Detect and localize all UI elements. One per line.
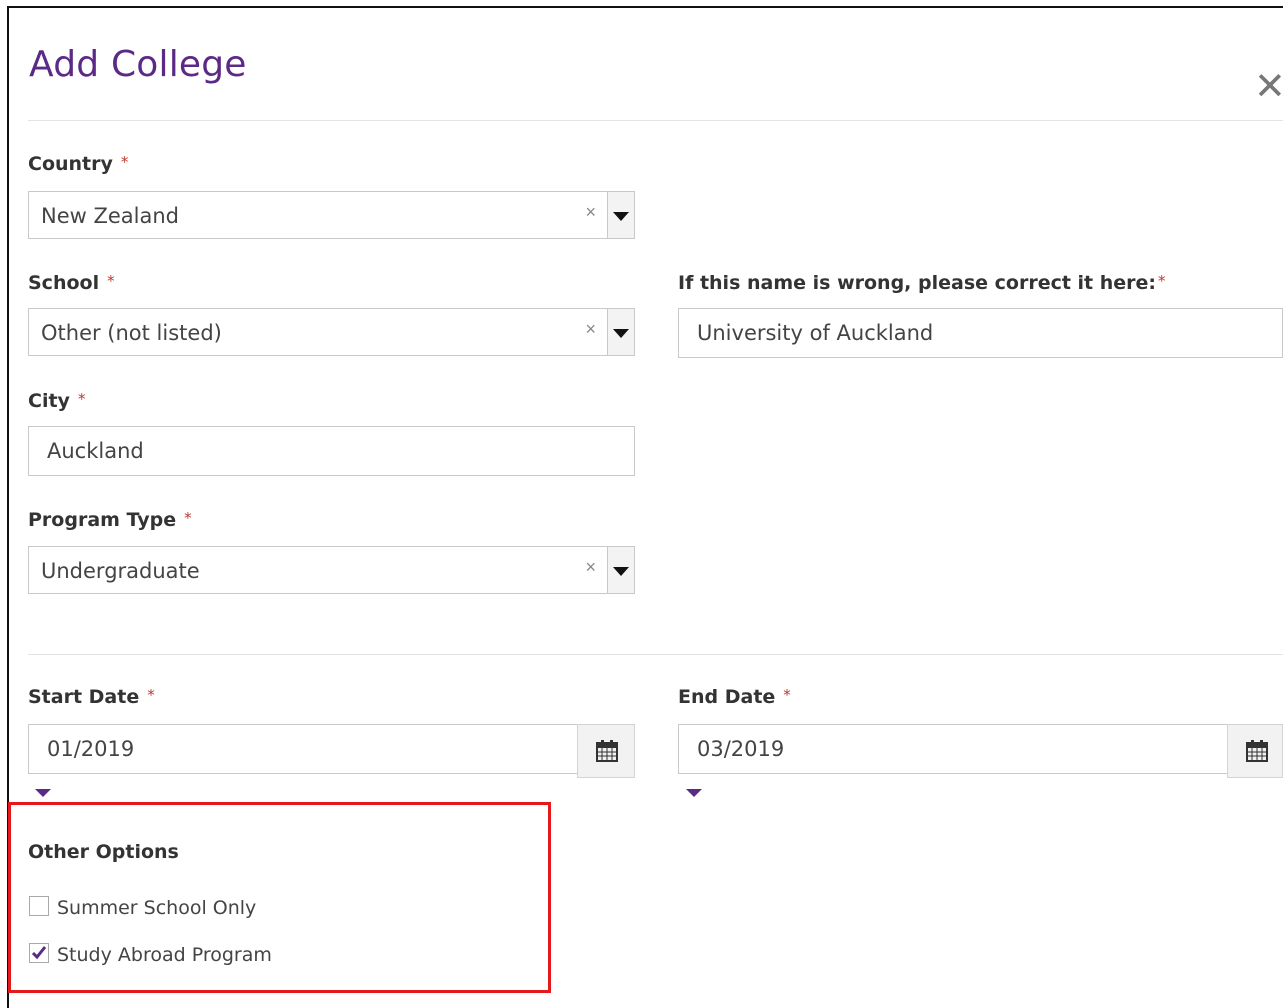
city-input[interactable] bbox=[28, 426, 635, 476]
chevron-down-icon[interactable] bbox=[607, 192, 634, 238]
country-label: Country * bbox=[28, 153, 129, 175]
chevron-down-icon[interactable] bbox=[607, 309, 634, 355]
start-date-dropdown-indicator bbox=[35, 789, 51, 797]
section-divider bbox=[28, 654, 1283, 655]
calendar-icon bbox=[596, 740, 618, 762]
study-abroad-checkbox[interactable] bbox=[29, 943, 49, 963]
program-type-select[interactable]: Undergraduate × bbox=[28, 546, 635, 594]
city-label: City * bbox=[28, 390, 86, 412]
header-divider bbox=[28, 120, 1283, 121]
chevron-down-icon[interactable] bbox=[607, 547, 634, 593]
program-type-label: Program Type * bbox=[28, 509, 192, 531]
country-select[interactable]: New Zealand × bbox=[28, 191, 635, 239]
clear-icon[interactable]: × bbox=[585, 202, 596, 223]
school-value: Other (not listed) bbox=[41, 321, 222, 345]
clear-icon[interactable]: × bbox=[585, 319, 596, 340]
close-icon[interactable]: ✕ bbox=[1254, 66, 1283, 106]
summer-school-label[interactable]: Summer School Only bbox=[57, 897, 256, 919]
end-date-input[interactable] bbox=[678, 724, 1228, 774]
start-date-input[interactable] bbox=[28, 724, 578, 774]
dialog-title: Add College bbox=[29, 44, 247, 85]
study-abroad-label[interactable]: Study Abroad Program bbox=[57, 944, 272, 966]
end-date-dropdown-indicator bbox=[686, 789, 702, 797]
school-correction-input[interactable] bbox=[678, 308, 1283, 358]
clear-icon[interactable]: × bbox=[585, 557, 596, 578]
end-date-calendar-button[interactable] bbox=[1227, 724, 1283, 778]
checkmark-icon bbox=[31, 946, 47, 960]
school-select[interactable]: Other (not listed) × bbox=[28, 308, 635, 356]
other-options-heading: Other Options bbox=[28, 841, 179, 863]
calendar-icon bbox=[1246, 740, 1268, 762]
start-date-label: Start Date * bbox=[28, 686, 155, 708]
school-correction-label: If this name is wrong, please correct it… bbox=[678, 272, 1166, 294]
country-value: New Zealand bbox=[41, 204, 179, 228]
program-type-value: Undergraduate bbox=[41, 559, 200, 583]
start-date-calendar-button[interactable] bbox=[577, 724, 635, 778]
school-label: School * bbox=[28, 272, 115, 294]
summer-school-checkbox[interactable] bbox=[29, 896, 49, 916]
end-date-label: End Date * bbox=[678, 686, 791, 708]
